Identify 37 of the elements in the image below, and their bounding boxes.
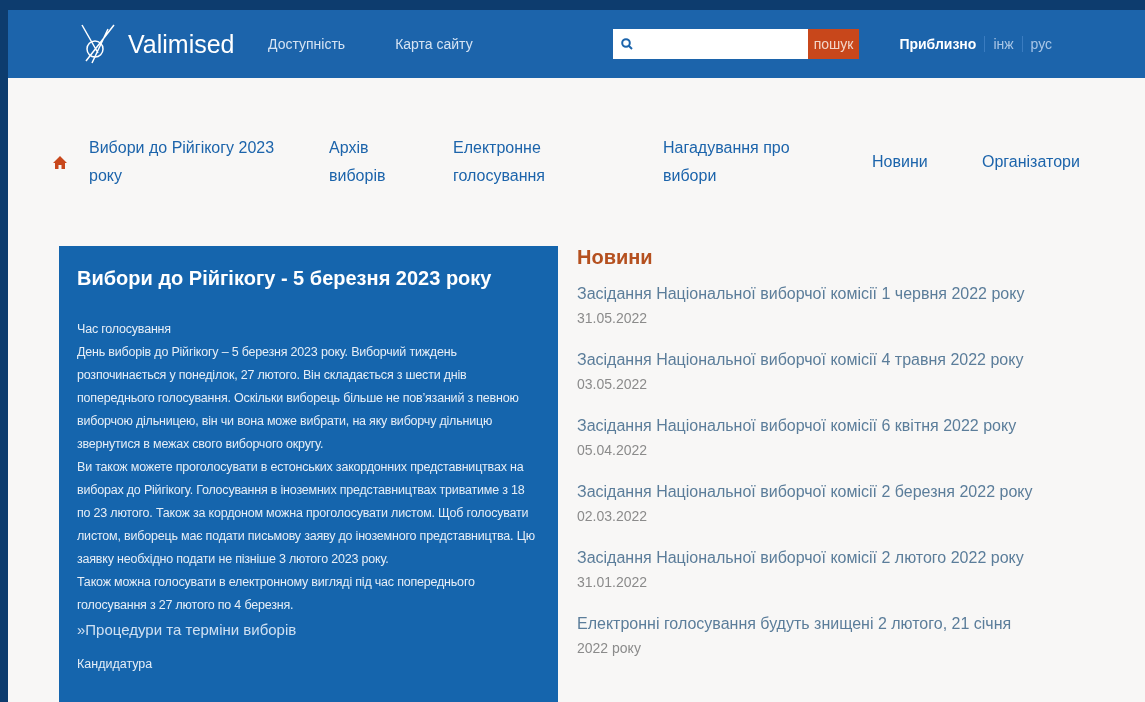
home-icon[interactable] bbox=[53, 155, 67, 169]
card-paragraph: День виборів до Рійгікогу – 5 березня 2023 року. Виборчий тиждень розпочинається у понеділок, 27 лютого. Він складається з шести днів попереднього голосування. Оскільки виборець більше не пов’язаний з певною виборчою дільницею, він чи вона може вибрати, на яку виборчу дільницю звернутися в межах свого виборчого округу. bbox=[77, 344, 520, 453]
news-link[interactable]: Засідання Національної виборчої комісії 2 лютого 2022 року bbox=[577, 545, 1097, 571]
menu-item[interactable]: Новини bbox=[872, 148, 942, 176]
procedures-link[interactable]: »Процедури та терміни виборів bbox=[77, 617, 297, 643]
language-link[interactable]: Приблизно bbox=[891, 36, 985, 52]
news-link[interactable]: Засідання Національної виборчої комісії 1 червня 2022 року bbox=[577, 281, 1097, 307]
search-button[interactable]: пошук bbox=[807, 29, 860, 59]
news-date: 31.05.2022 bbox=[577, 309, 649, 328]
menu-item[interactable]: Вибори до Рійгікогу 2023 року bbox=[89, 134, 289, 190]
card-paragraph: Також можна голосувати в електронному вигляді під час попереднього голосування з 27 лютого по 4 березня. bbox=[77, 574, 476, 614]
news-heading: Новини bbox=[577, 246, 654, 269]
card-paragraph: Ви також можете проголосувати в естонських закордонних представництвах на виборах до Рійгікогу. Голосування в іноземних представництвах триватиме з 18 по 23 лютого. Також за кордоном можна проголосувати листом. Щоб голосувати листом, виборець має подати письмову заяву до іноземного представництва. Цю заявку необхідно подати не пізніше 3 лютого 2023 року. bbox=[77, 459, 536, 568]
news-date: 31.01.2022 bbox=[577, 573, 649, 592]
news-date: 05.04.2022 bbox=[577, 441, 649, 460]
site-logo[interactable]: Valimised bbox=[128, 29, 235, 59]
language-link[interactable]: рус bbox=[1021, 36, 1061, 52]
section-label: Кандидатура bbox=[77, 657, 154, 671]
news-link[interactable]: Засідання Національної виборчої комісії 6 квітня 2022 року bbox=[577, 413, 1097, 439]
menu-item[interactable]: Архів виборів bbox=[329, 134, 413, 190]
news-date: 03.05.2022 bbox=[577, 375, 649, 394]
news-link[interactable]: Засідання Національної виборчої комісії 2 березня 2022 року bbox=[577, 479, 1097, 505]
news-date: 2022 року bbox=[577, 639, 642, 658]
card-title: Вибори до Рійгікогу - 5 березня 2023 року bbox=[77, 266, 493, 291]
menu-item[interactable]: Нагадування про вибори bbox=[663, 134, 832, 190]
news-link[interactable]: Електронні голосування будуть знищені 2 лютого, 21 січня bbox=[577, 611, 1097, 637]
header-link[interactable]: Карта сайту bbox=[395, 36, 473, 52]
logo-icon bbox=[78, 23, 118, 65]
language-link[interactable]: інж bbox=[984, 36, 1022, 52]
menu-item[interactable]: Електронне голосування bbox=[453, 134, 623, 190]
news-link[interactable]: Засідання Національної виборчої комісії 4 травня 2022 року bbox=[577, 347, 1097, 373]
header-link[interactable]: Доступність bbox=[268, 36, 346, 52]
news-date: 02.03.2022 bbox=[577, 507, 649, 526]
search-icon bbox=[620, 38, 633, 50]
menu-item[interactable]: Організатори bbox=[982, 148, 1092, 176]
section-label: Час голосування bbox=[77, 321, 172, 338]
search-field[interactable] bbox=[612, 29, 808, 59]
